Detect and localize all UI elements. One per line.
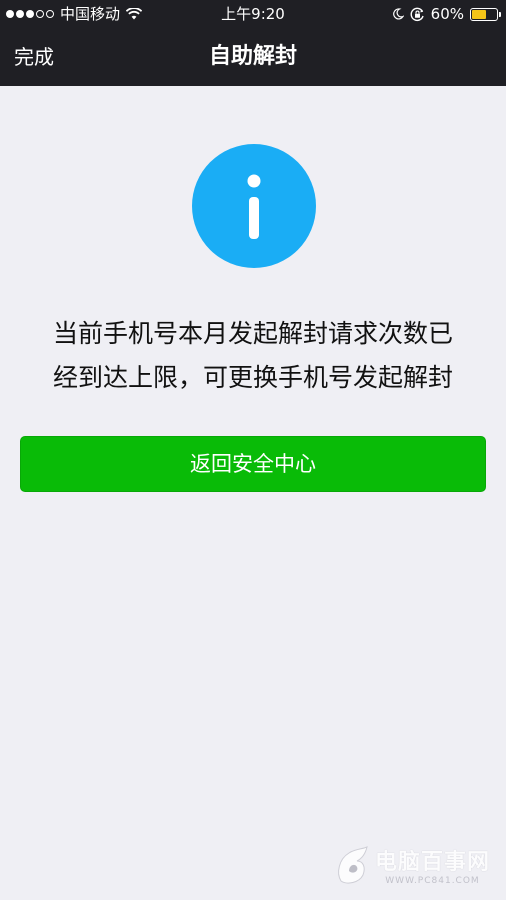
back-to-security-center-button[interactable]: 返回安全中心: [20, 436, 486, 492]
battery-icon: [470, 7, 501, 21]
status-bar-right: 60%: [392, 0, 501, 28]
navigation-bar: 完成 自助解封: [0, 28, 506, 86]
watermark-logo-icon: [338, 846, 368, 884]
battery-fill: [472, 9, 486, 19]
page-title: 自助解封: [208, 44, 297, 69]
moon-icon: [392, 8, 404, 20]
watermark-brand: 电脑百事网: [374, 850, 490, 875]
battery-percent: 60%: [430, 5, 464, 23]
watermark-site: WWW.PC841.COM: [385, 876, 480, 886]
watermark: 电脑百事网 WWW.PC841.COM: [335, 844, 490, 886]
limit-message: 当前手机号本月发起解封请求次数已 经到达上限，可更换手机号发起解封: [20, 312, 486, 400]
info-icon: [192, 144, 316, 268]
message-line-2: 经到达上限，可更换手机号发起解封: [52, 363, 453, 392]
orientation-lock-icon: [410, 7, 425, 22]
message-line-1: 当前手机号本月发起解封请求次数已: [52, 319, 453, 348]
status-bar: 中国移动 上午9:20 60%: [0, 0, 506, 28]
